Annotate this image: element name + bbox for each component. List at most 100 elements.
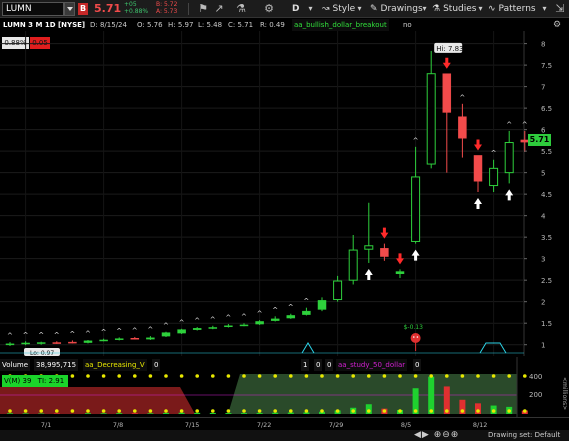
expand-icon[interactable]: ⇲ xyxy=(553,2,567,16)
volume-bar xyxy=(53,413,60,414)
y-tick-label: 5 xyxy=(541,170,545,178)
gear-icon[interactable]: ⚙ xyxy=(262,2,276,16)
volume-dot xyxy=(55,409,59,413)
caret-mark: ^ xyxy=(116,327,122,335)
volume-dot xyxy=(398,409,402,413)
volume-dot xyxy=(86,374,90,378)
candle-body xyxy=(36,342,46,344)
decreasing-value: 0 xyxy=(152,359,161,371)
drawings-button[interactable]: ✎ Drawings xyxy=(370,2,423,16)
y-tick-label: 2.5 xyxy=(541,277,552,285)
candle-body xyxy=(270,318,280,321)
bar-range: R: 0.49 xyxy=(260,21,285,29)
volume-dot xyxy=(413,374,418,378)
y-tick-label: 4 xyxy=(541,213,546,221)
y-tick-label: 3.5 xyxy=(541,234,552,242)
drawings-dropdown-icon[interactable]: ▾ xyxy=(420,2,429,16)
down-arrow-icon xyxy=(396,253,404,265)
volume-bar xyxy=(100,413,107,414)
caret-mark: ^ xyxy=(179,319,185,327)
volume-dot xyxy=(335,374,340,378)
price-axis: 87.576.565.554.543.532.521.51 xyxy=(524,41,552,350)
volume-dot xyxy=(382,374,387,378)
bar-date: D: 8/15/24 xyxy=(90,21,127,29)
volume-dot xyxy=(523,409,527,413)
study-flag: no xyxy=(403,21,412,29)
candle: ^ xyxy=(21,331,30,346)
fifty-dollar-study[interactable]: aa_study_50_dollar xyxy=(336,359,408,371)
toolbar: LUMN B 5.71 +05 +0.88% B: 5.72 A: 5.73 ⚑… xyxy=(0,0,569,18)
style-dropdown-icon[interactable]: ▾ xyxy=(355,2,364,16)
change-value: +05 xyxy=(124,1,137,8)
ticker-badge: B xyxy=(78,3,88,15)
candle-body xyxy=(333,280,343,301)
candle-body xyxy=(5,343,15,346)
volume-dot xyxy=(476,409,480,413)
study-label[interactable]: aa_bullish_dollar_breakout xyxy=(292,19,389,31)
candle-body xyxy=(317,300,327,310)
date-label: 7/15 xyxy=(185,421,199,429)
bid-value: B: 5.72 xyxy=(156,1,178,8)
settings-icon[interactable]: ⚙ xyxy=(553,19,561,31)
price-chart[interactable]: ^ ^ ^ ^ ^ ^ ^ ^ ^ ^^ ^ ^ ^ ^ ^ ^ ^ ^^ ^^^^ ^ 87.576.565.55… xyxy=(0,31,569,356)
down-arrow-icon xyxy=(474,139,482,151)
volume-bar xyxy=(241,413,247,414)
candle: ^ xyxy=(99,329,108,342)
studies-button[interactable]: ⚗ Studies xyxy=(432,2,476,16)
volume-bar xyxy=(256,412,263,414)
flask-icon[interactable]: ⚗ xyxy=(234,2,248,16)
volume-dot xyxy=(445,374,449,378)
candle xyxy=(426,50,436,169)
volume-bar xyxy=(272,412,279,414)
last-price: 5.71 xyxy=(94,2,122,15)
y-tick-label: 7 xyxy=(541,84,545,92)
date-label: 7/22 xyxy=(257,421,272,429)
volume-dot xyxy=(179,374,184,378)
candle-body xyxy=(239,324,249,327)
caret-mark: ^ xyxy=(288,304,294,312)
patterns-button[interactable]: ∿ Patterns xyxy=(488,2,536,16)
style-button[interactable]: ↝ Style xyxy=(322,2,355,16)
info-row: LUMN 3 M 1D [NYSE] D: 8/15/24 O: 5.76 H:… xyxy=(0,19,569,31)
candle-body xyxy=(208,327,218,329)
candle-body xyxy=(224,325,233,328)
candle-body xyxy=(380,248,389,257)
candle-body xyxy=(395,271,405,274)
drawings-icon: ✎ xyxy=(370,4,378,14)
candle: ^ xyxy=(286,304,296,319)
up-arrow-icon xyxy=(364,268,373,280)
volume-dot xyxy=(507,374,512,378)
fifty-dollar-value: 0 xyxy=(413,359,422,371)
volume-dot xyxy=(101,374,106,378)
volume-dot xyxy=(413,409,418,413)
share-icon[interactable]: ↗ xyxy=(212,2,226,16)
nav-controls[interactable]: ◀▶ ⊕⊖⊕ xyxy=(414,430,459,441)
candle xyxy=(442,73,452,173)
caret-mark: ^ xyxy=(147,326,153,334)
volume-dot xyxy=(179,409,184,413)
volume-dot xyxy=(429,374,434,378)
candle-body xyxy=(489,167,499,187)
candle xyxy=(473,155,483,192)
studies-dropdown-icon[interactable]: ▾ xyxy=(476,2,485,16)
timeframe-button[interactable]: D xyxy=(292,2,299,16)
y-tick-label: 1.5 xyxy=(541,320,552,328)
volume-bar xyxy=(38,413,45,414)
volume-bar xyxy=(225,413,232,414)
drawing-set-label[interactable]: Drawing set: Default xyxy=(488,430,560,441)
flag-icon[interactable]: ⚑ xyxy=(196,2,210,16)
timeframe-dropdown-icon[interactable]: ▾ xyxy=(306,2,315,16)
decreasing-study[interactable]: aa_Decreasing_V xyxy=(83,359,147,371)
symbol-dropdown-icon[interactable] xyxy=(64,2,75,16)
smiley-eye xyxy=(416,336,419,338)
y-tick-label: 3 xyxy=(541,256,545,264)
volume-dot xyxy=(320,374,324,378)
volume-dot xyxy=(117,374,121,378)
candle-body xyxy=(302,310,311,315)
volume-bar xyxy=(147,413,154,414)
patterns-icon: ∿ xyxy=(488,4,496,14)
patterns-dropdown-icon[interactable]: ▾ xyxy=(540,2,549,16)
symbol-input[interactable]: LUMN xyxy=(2,2,64,16)
candle-body xyxy=(348,249,358,281)
drawings-label: Drawings xyxy=(380,4,423,14)
